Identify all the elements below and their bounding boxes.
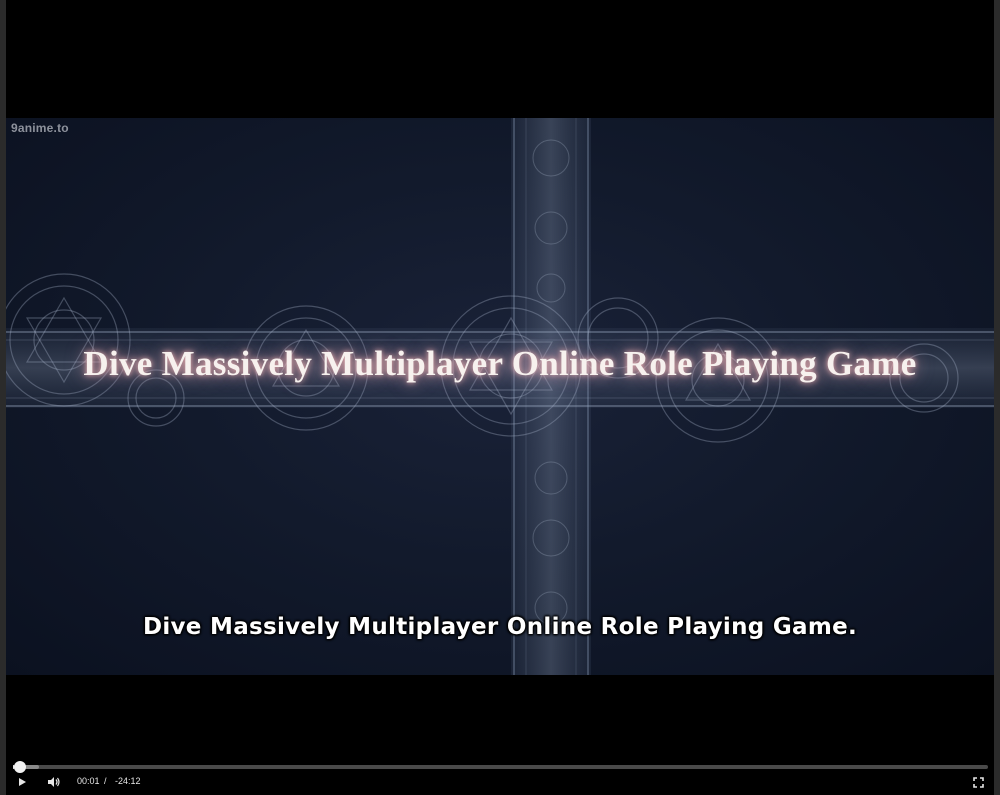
fullscreen-button[interactable] — [968, 772, 988, 792]
play-button[interactable] — [12, 772, 32, 792]
video-frame[interactable]: 9anime.to Dive Massively Multiplayer Onl… — [6, 118, 994, 675]
video-background-art — [6, 118, 994, 675]
volume-icon — [47, 777, 60, 787]
volume-button[interactable] — [43, 772, 63, 792]
seek-bar[interactable] — [13, 761, 988, 773]
title-card-text: Dive Massively Multiplayer Online Role P… — [83, 344, 917, 383]
remaining-time: -24:12 — [115, 776, 141, 786]
watermark-text: 9anime.to — [11, 121, 69, 135]
subtitle-text: Dive Massively Multiplayer Online Role P… — [142, 614, 858, 640]
video-player-page: 9anime.to Dive Massively Multiplayer Onl… — [0, 0, 1000, 795]
video-player[interactable]: 9anime.to Dive Massively Multiplayer Onl… — [6, 0, 994, 795]
time-separator: / — [104, 776, 107, 786]
right-edge — [994, 0, 1000, 795]
fullscreen-icon — [972, 776, 984, 788]
current-time: 00:01 — [77, 776, 100, 786]
play-icon — [19, 778, 26, 786]
control-bar: 00:01 / -24:12 — [6, 772, 994, 792]
